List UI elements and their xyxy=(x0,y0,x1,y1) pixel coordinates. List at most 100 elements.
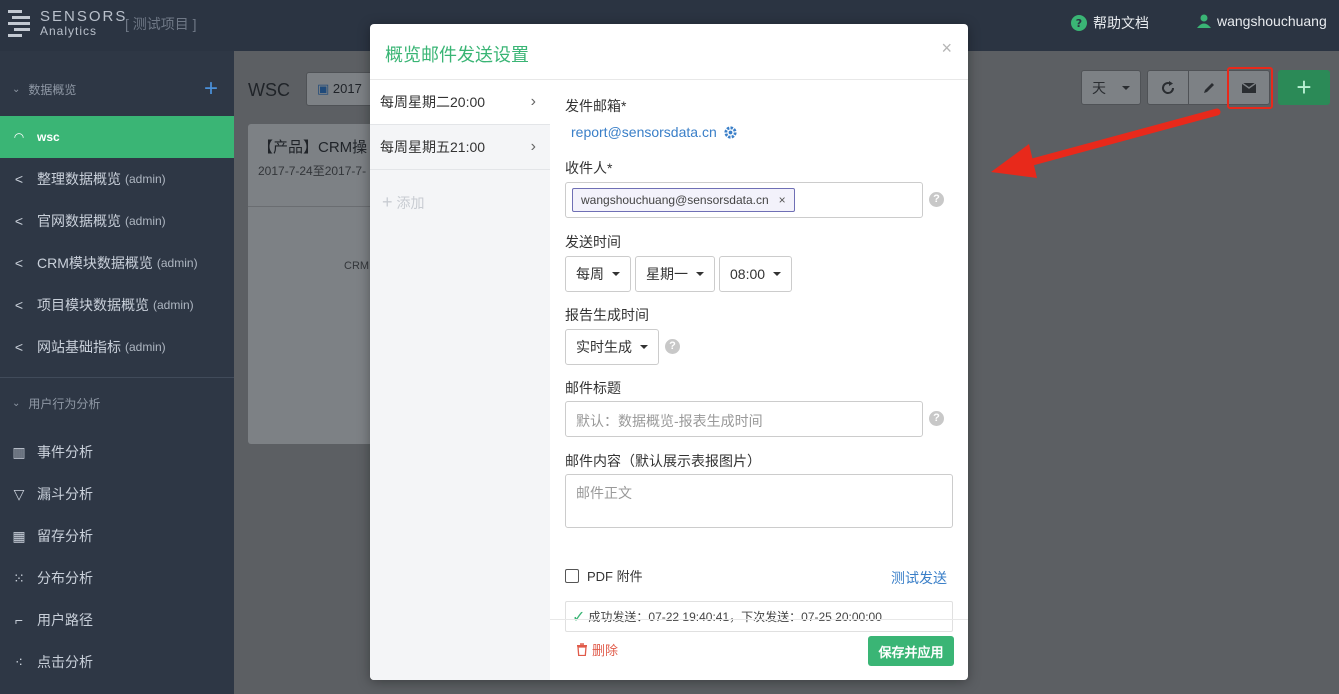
highlight-box xyxy=(1227,67,1273,109)
funnel-icon: ▽ xyxy=(13,485,25,502)
recipient-label: 收件人* xyxy=(565,160,613,176)
help-icon[interactable]: ? xyxy=(929,411,944,426)
recipient-tag: wangshouchuang@sensorsdata.cn × xyxy=(572,188,795,212)
pencil-icon xyxy=(1203,82,1214,93)
subject-input[interactable]: 默认：数据概览-报表生成时间 xyxy=(565,401,923,437)
frequency-value: 每周 xyxy=(576,266,604,282)
edit-button[interactable] xyxy=(1188,70,1229,105)
checkbox-icon xyxy=(565,568,579,583)
share-icon: < xyxy=(14,339,24,355)
sidebar-item-label: 网站基础指标 xyxy=(37,339,121,355)
sidebar-item-retention-analysis[interactable]: ▦ 留存分析 xyxy=(0,515,234,557)
gear-icon[interactable] xyxy=(723,125,738,140)
refresh-button[interactable] xyxy=(1147,70,1189,105)
sidebar-item-event-analysis[interactable]: ▥ 事件分析 xyxy=(0,431,234,473)
sidebar-item-label: 漏斗分析 xyxy=(37,486,93,502)
help-docs-link[interactable]: ? 帮助文档 xyxy=(1071,13,1149,33)
sidebar-item-label: 官网数据概览 xyxy=(37,213,121,229)
sidebar-item-overview-2[interactable]: < 官网数据概览 (admin) xyxy=(0,200,234,242)
generation-time-label: 报告生成时间 xyxy=(565,307,649,323)
report-card[interactable]: 【产品】CRM操 2017-7-24至2017-7- CRM xyxy=(248,124,373,444)
distribution-icon: ⁙ xyxy=(13,569,25,586)
sidebar-item-overview-1[interactable]: < 整理数据概览 (admin) xyxy=(0,158,234,200)
plus-icon: + xyxy=(1296,72,1312,102)
send-time-label: 发送时间 xyxy=(565,234,621,250)
section-title: 用户行为分析 xyxy=(28,396,101,411)
sidebar-item-overview-4[interactable]: < 项目模块数据概览 (admin) xyxy=(0,284,234,326)
trash-icon xyxy=(577,643,587,656)
schedule-item[interactable]: 每周星期二20:00 › xyxy=(370,80,550,125)
logo-line1: SENSORS xyxy=(40,8,128,25)
section-title: 数据概览 xyxy=(28,82,77,97)
project-name[interactable]: [ 测试项目 ] xyxy=(125,14,197,34)
schedule-item[interactable]: 每周星期五21:00 › xyxy=(370,125,550,170)
save-apply-button[interactable]: 保存并应用 xyxy=(868,636,954,666)
schedule-list: 每周星期二20:00 › 每周星期五21:00 › + 添加 xyxy=(370,80,550,680)
help-icon[interactable]: ? xyxy=(665,339,680,354)
add-schedule-label: 添加 xyxy=(396,195,425,211)
sender-label: 发件邮箱* xyxy=(565,98,627,114)
retention-icon: ▦ xyxy=(12,527,26,544)
chevron-down-icon: ⌄ xyxy=(12,397,21,409)
pdf-attachment-checkbox[interactable]: PDF 附件 xyxy=(565,566,643,585)
sidebar-item-funnel-analysis[interactable]: ▽ 漏斗分析 xyxy=(0,473,234,515)
caret-down-icon xyxy=(696,272,704,276)
content-textarea[interactable]: 邮件正文 xyxy=(565,474,953,528)
logo-line2: Analytics xyxy=(40,24,98,38)
path-icon: ⌐ xyxy=(14,612,24,628)
help-icon[interactable]: ? xyxy=(929,192,944,207)
delete-button[interactable]: 删除 xyxy=(576,640,618,659)
plus-icon: + xyxy=(382,192,393,212)
caret-down-icon xyxy=(1122,85,1130,90)
subject-placeholder: 默认：数据概览-报表生成时间 xyxy=(576,413,763,429)
remove-tag-icon[interactable]: × xyxy=(779,193,786,207)
sidebar-section-analysis[interactable]: ⌄ 用户行为分析 xyxy=(0,385,234,421)
recipient-input[interactable]: wangshouchuang@sensorsdata.cn × xyxy=(565,182,923,218)
sidebar-divider xyxy=(0,377,234,378)
sidebar-item-overview-3[interactable]: < CRM模块数据概览 (admin) xyxy=(0,242,234,284)
sidebar-item-suffix: (admin) xyxy=(153,298,194,312)
test-send-link[interactable]: 测试发送 xyxy=(891,568,947,588)
sidebar-item-label: 项目模块数据概览 xyxy=(37,297,149,313)
user-menu[interactable]: wangshouchuang xyxy=(1197,13,1327,29)
sidebar-item-suffix: (admin) xyxy=(156,256,198,270)
sidebar-item-overview-5[interactable]: < 网站基础指标 (admin) xyxy=(0,326,234,368)
sender-email[interactable]: report@sensorsdata.cn xyxy=(571,124,738,140)
share-icon: < xyxy=(14,255,24,271)
add-schedule-button[interactable]: + 添加 xyxy=(370,170,550,213)
pdf-attachment-label: PDF 附件 xyxy=(587,569,643,584)
sidebar-item-distribution-analysis[interactable]: ⁙ 分布分析 xyxy=(0,557,234,599)
user-icon xyxy=(1197,14,1211,28)
sender-email-value: report@sensorsdata.cn xyxy=(571,124,717,140)
date-picker[interactable]: ▣ 2017 xyxy=(306,72,376,106)
calendar-icon: ▣ xyxy=(317,81,333,96)
share-icon: < xyxy=(14,297,24,313)
frequency-select[interactable]: 每周 xyxy=(565,256,631,292)
date-value: 2017 xyxy=(332,81,362,96)
delete-label: 删除 xyxy=(592,643,619,658)
sidebar-section-overview[interactable]: ⌄ 数据概览 + xyxy=(0,71,234,107)
generation-time-select[interactable]: 实时生成 xyxy=(565,329,659,365)
sidebar-item-suffix: (admin) xyxy=(125,214,166,228)
time-select[interactable]: 08:00 xyxy=(719,256,792,292)
add-overview-icon[interactable]: + xyxy=(204,75,218,103)
chevron-down-icon: ⌄ xyxy=(12,83,21,95)
sidebar-item-label: 事件分析 xyxy=(37,444,93,460)
sidebar-item-click-analysis[interactable]: ⁖ 点击分析 xyxy=(0,641,234,683)
add-report-button[interactable]: + xyxy=(1278,70,1330,105)
caret-down-icon xyxy=(640,345,648,349)
close-icon[interactable]: × xyxy=(941,38,952,59)
svg-text:?: ? xyxy=(1076,17,1082,30)
page-title: WSC xyxy=(248,80,290,100)
sidebar-item-user-path[interactable]: ⌐ 用户路径 xyxy=(0,599,234,641)
granularity-select[interactable]: 天 xyxy=(1081,70,1141,105)
sidebar-item-wsc[interactable]: ◠ wsc xyxy=(0,116,234,158)
help-icon: ? xyxy=(1071,15,1087,31)
sidebar-item-suffix: (admin) xyxy=(125,340,166,354)
card-title: 【产品】CRM操 xyxy=(258,139,368,156)
generation-time-value: 实时生成 xyxy=(576,339,632,355)
content-label: 邮件内容（默认展示表报图片） xyxy=(565,453,761,469)
dashboard-icon: ◠ xyxy=(14,130,24,144)
sidebar-item-label: 整理数据概览 xyxy=(37,171,121,187)
weekday-select[interactable]: 星期一 xyxy=(635,256,715,292)
